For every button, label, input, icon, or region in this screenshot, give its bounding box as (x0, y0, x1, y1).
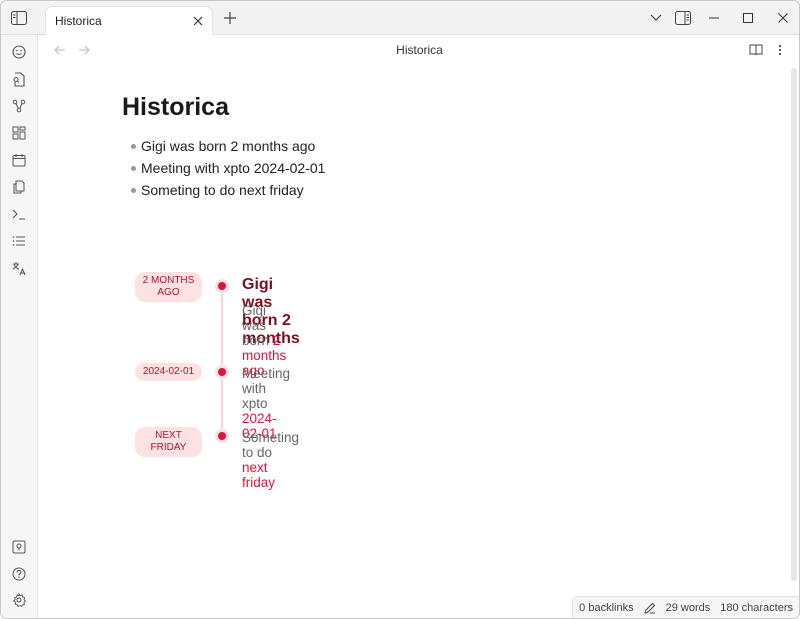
timeline-event-text: Someting to do next friday (242, 430, 299, 490)
more-vertical-icon[interactable] (772, 42, 788, 58)
event-text-highlight: next friday (242, 460, 276, 490)
vertical-scrollbar[interactable] (791, 68, 797, 581)
chevron-down-icon[interactable] (646, 9, 666, 27)
minimize-icon[interactable] (704, 9, 724, 27)
event-text-prefix: Someting to do (242, 430, 300, 460)
tab-title: Historica (55, 14, 102, 28)
settings-icon[interactable] (10, 591, 28, 609)
app-window: Historica Historica Historica Gigi was b… (0, 0, 800, 619)
window-close-icon[interactable] (773, 9, 793, 27)
list-item: Gigi was born 2 months ago (130, 135, 325, 157)
calendar-icon[interactable] (10, 151, 28, 169)
tag-line: ago (157, 287, 180, 298)
timeline-tag: 2024-02-01 (135, 363, 202, 381)
bullet-list: Gigi was born 2 months ago Meeting with … (130, 135, 325, 201)
close-icon[interactable] (190, 13, 206, 29)
character-count: 180 characters (720, 601, 793, 614)
word-count: 29 words (665, 601, 711, 614)
help-icon[interactable] (10, 565, 28, 583)
timeline-dot (218, 432, 226, 440)
smiley-icon[interactable] (10, 43, 28, 61)
file-search-icon[interactable] (10, 70, 28, 88)
timeline-tag: next friday (135, 427, 202, 457)
terminal-icon[interactable] (10, 205, 28, 223)
translate-icon[interactable] (10, 259, 28, 277)
sidebar-right-icon[interactable] (673, 9, 693, 27)
pencil-icon[interactable] (643, 602, 656, 614)
tab-historica[interactable]: Historica (45, 6, 213, 36)
vault-icon[interactable] (10, 538, 28, 556)
status-bar: 0 backlinks 29 words 180 characters (572, 596, 799, 618)
timeline-dot (218, 368, 226, 376)
copy-icon[interactable] (10, 178, 28, 196)
backlinks-count[interactable]: 0 backlinks (579, 602, 633, 614)
tag-line: 2024-02-01 (142, 366, 195, 377)
view-title[interactable]: Historica (38, 43, 799, 57)
view-header: Historica (38, 35, 799, 65)
left-ribbon (1, 35, 38, 618)
tag-line: 2 months (142, 275, 195, 286)
book-open-icon[interactable] (748, 42, 764, 58)
timeline-line (221, 287, 223, 437)
title-bar: Historica (1, 1, 799, 36)
timeline-tag: 2 months ago (135, 272, 202, 302)
maximize-icon[interactable] (738, 9, 758, 27)
event-text-prefix: Gigi was born (242, 303, 273, 348)
list-item: Someting to do next friday (130, 179, 325, 201)
timeline-dot (218, 282, 226, 290)
dashboard-icon[interactable] (10, 124, 28, 142)
editor-content[interactable]: Historica Gigi was born 2 months ago Mee… (38, 65, 788, 598)
graph-icon[interactable] (10, 97, 28, 115)
list-icon[interactable] (10, 232, 28, 250)
event-text-prefix: Meeting with xpto (242, 366, 291, 411)
sidebar-toggle-icon[interactable] (10, 9, 28, 27)
new-tab-button[interactable] (221, 9, 239, 27)
tag-line: next friday (150, 430, 187, 453)
document-title: Historica (122, 93, 229, 121)
list-item: Meeting with xpto 2024-02-01 (130, 157, 325, 179)
